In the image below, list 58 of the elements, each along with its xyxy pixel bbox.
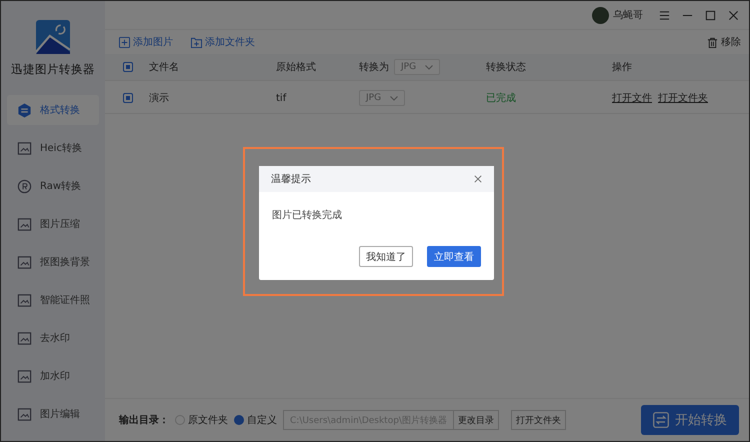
sidebar-item[interactable]: 图片压缩 bbox=[7, 209, 99, 239]
app-logo-icon bbox=[36, 20, 70, 54]
dialog-title: 温馨提示 bbox=[271, 172, 311, 186]
caret-icon bbox=[390, 96, 398, 100]
radio-option[interactable]: 原文件夹 bbox=[175, 413, 228, 427]
close-icon[interactable] bbox=[728, 10, 739, 20]
start-convert-button[interactable]: 开始转换 bbox=[641, 405, 739, 435]
column-header: 原始格式 bbox=[276, 60, 317, 74]
trash-icon bbox=[707, 36, 718, 48]
format-dropdown[interactable]: JPG bbox=[394, 59, 440, 75]
sidebar-icon bbox=[17, 178, 32, 194]
sidebar-item[interactable]: Heic转换 bbox=[7, 133, 99, 163]
user-avatar[interactable] bbox=[592, 6, 609, 24]
sidebar-item[interactable]: 去水印 bbox=[7, 323, 99, 353]
column-header: 转换为 bbox=[359, 60, 389, 74]
sidebar-item[interactable]: Raw转换 bbox=[7, 171, 99, 201]
sidebar-item[interactable]: 格式转换 bbox=[7, 95, 99, 125]
dialog-message: 图片已转换完成 bbox=[271, 208, 343, 223]
dialog-button[interactable]: 我知道了 bbox=[359, 246, 413, 267]
convert-icon bbox=[653, 412, 669, 428]
sidebar-item[interactable]: 加水印 bbox=[7, 361, 99, 391]
open-folder-button[interactable]: 打开文件夹 bbox=[510, 410, 566, 430]
add-image-button[interactable]: 添加图片 bbox=[119, 35, 173, 49]
folder-plus-icon bbox=[191, 36, 202, 48]
caret-icon bbox=[425, 64, 433, 70]
status-text: 已完成 bbox=[486, 92, 517, 105]
radio-option[interactable]: 自定义 bbox=[234, 413, 277, 427]
sidebar-icon bbox=[17, 292, 32, 308]
add-folder-button[interactable]: 添加文件夹 bbox=[191, 35, 255, 49]
table-cell-text: tif bbox=[276, 92, 288, 104]
sidebar-icon bbox=[17, 406, 32, 422]
app-title: 迅捷图片转换器 bbox=[11, 62, 95, 77]
dialog-button[interactable]: 立即查看 bbox=[427, 246, 481, 267]
output-label: 输出目录： bbox=[119, 414, 169, 427]
remove-button[interactable]: 移除 bbox=[707, 35, 741, 49]
sidebar-icon bbox=[17, 330, 32, 346]
format-dropdown[interactable]: JPG bbox=[359, 90, 405, 106]
plus-icon bbox=[119, 36, 130, 48]
column-header: 转换状态 bbox=[486, 60, 527, 74]
sidebar-item[interactable]: 抠图换背景 bbox=[7, 247, 99, 277]
sidebar-icon bbox=[17, 102, 32, 118]
sidebar-icon bbox=[17, 140, 32, 156]
user-name: 乌蝇哥 bbox=[613, 8, 643, 22]
close-icon[interactable] bbox=[474, 175, 482, 183]
row-checkbox[interactable] bbox=[123, 93, 133, 103]
sidebar-item[interactable]: 图片编辑 bbox=[7, 399, 99, 429]
column-header: 操作 bbox=[612, 61, 632, 74]
column-header: 文件名 bbox=[149, 60, 180, 74]
sidebar-item[interactable]: 智能证件照 bbox=[7, 285, 99, 315]
menu-icon[interactable] bbox=[659, 10, 670, 20]
maximize-icon[interactable] bbox=[705, 10, 716, 20]
table-cell-text: 演示 bbox=[149, 92, 170, 105]
action-link[interactable]: 打开文件夹 bbox=[658, 91, 708, 105]
sidebar-icon bbox=[17, 368, 32, 384]
select-all-checkbox[interactable] bbox=[123, 62, 133, 72]
action-link[interactable]: 打开文件 bbox=[612, 91, 652, 105]
sidebar-icon bbox=[17, 254, 32, 270]
sidebar-icon bbox=[17, 216, 32, 232]
